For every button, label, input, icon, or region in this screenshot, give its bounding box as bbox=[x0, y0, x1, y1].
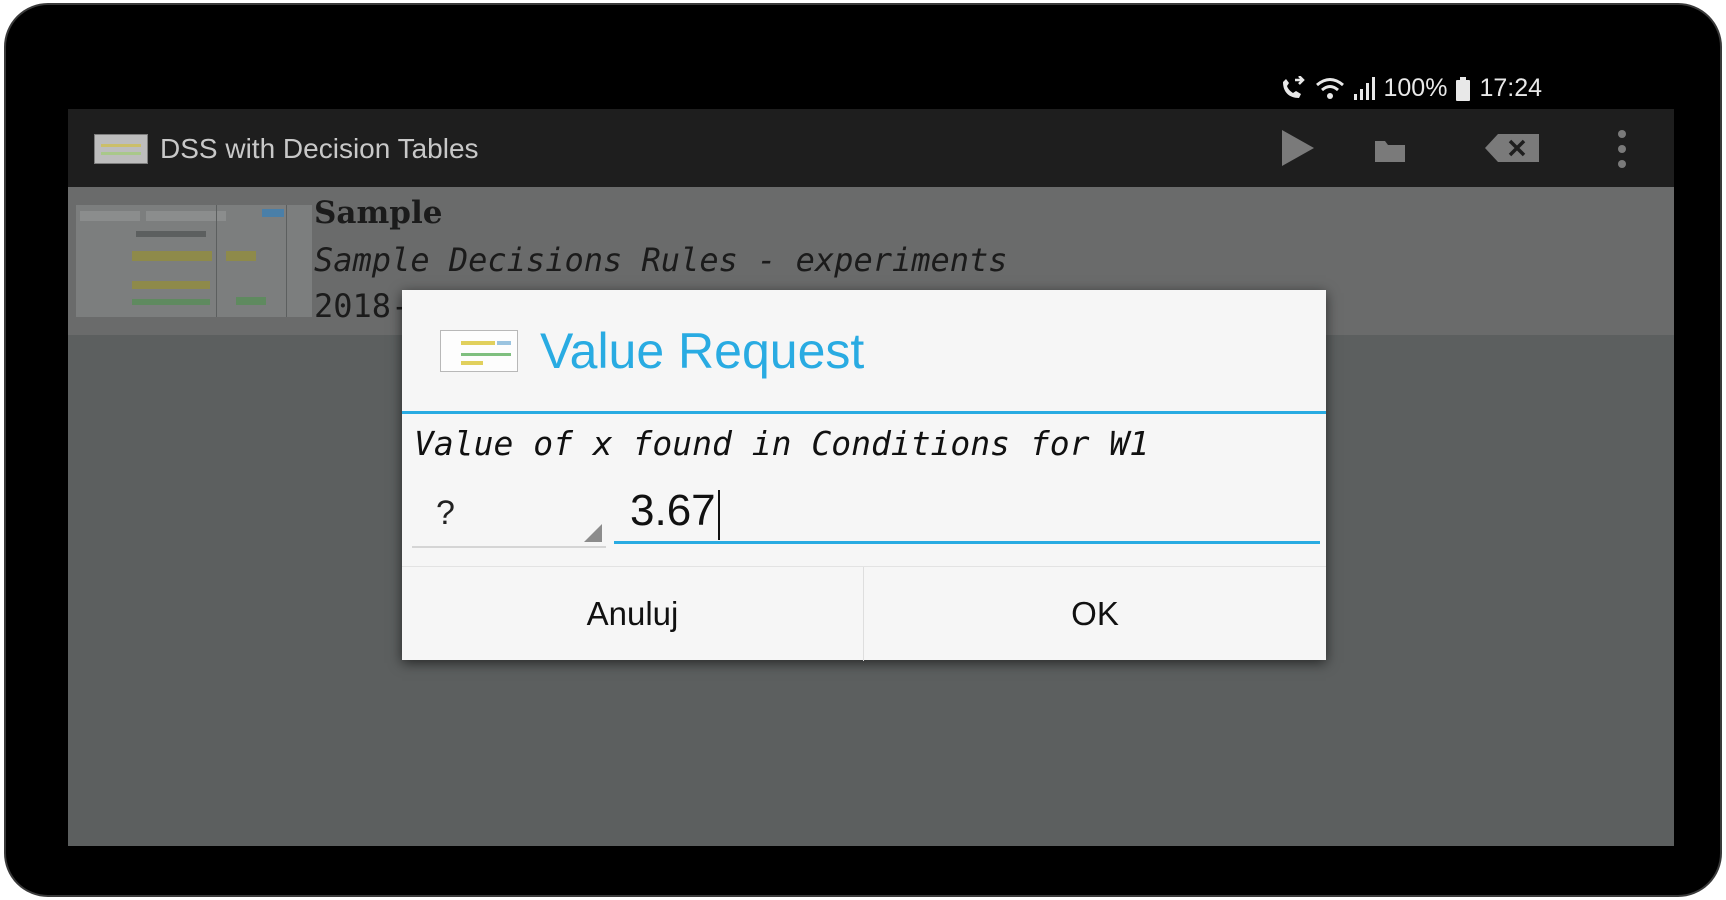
signal-icon bbox=[1353, 76, 1376, 102]
cancel-button[interactable]: Anuluj bbox=[402, 567, 864, 661]
battery-percent: 100% bbox=[1383, 74, 1448, 102]
clock: 17:24 bbox=[1479, 74, 1542, 102]
app-logo-icon bbox=[440, 330, 518, 372]
dialog-button-row: Anuluj OK bbox=[402, 566, 1326, 661]
status-icons: 100% 17:24 bbox=[1279, 74, 1542, 103]
list-item-title: Sample bbox=[314, 195, 443, 231]
backspace-clear-icon[interactable] bbox=[1484, 133, 1540, 168]
dialog-title-divider bbox=[402, 411, 1326, 414]
folder-icon[interactable] bbox=[1374, 137, 1406, 168]
action-bar: DSS with Decision Tables bbox=[68, 109, 1674, 187]
operator-spinner[interactable]: ? bbox=[412, 480, 606, 548]
dropdown-triangle-icon bbox=[584, 524, 602, 542]
wifi-icon bbox=[1315, 76, 1345, 102]
call-forward-icon bbox=[1279, 75, 1307, 102]
dialog-title: Value Request bbox=[540, 323, 865, 379]
list-item-date: 2018- bbox=[314, 287, 411, 325]
table-thumbnail bbox=[76, 205, 312, 317]
spinner-selected-value: ? bbox=[436, 494, 455, 532]
list-item-description: Sample Decisions Rules - experiments bbox=[314, 241, 1008, 279]
value-request-dialog: Value Request Value of x found in Condit… bbox=[402, 290, 1326, 661]
text-cursor bbox=[718, 490, 720, 540]
app-title: DSS with Decision Tables bbox=[160, 133, 479, 164]
app-logo-icon bbox=[94, 134, 148, 164]
play-icon[interactable] bbox=[1280, 128, 1316, 173]
dialog-message: Value of x found in Conditions for W1 bbox=[414, 424, 1150, 463]
ok-button[interactable]: OK bbox=[864, 567, 1326, 661]
status-bar: 100% 17:24 bbox=[68, 5, 1674, 109]
overflow-menu-icon[interactable] bbox=[1616, 129, 1628, 174]
battery-icon bbox=[1455, 76, 1471, 102]
